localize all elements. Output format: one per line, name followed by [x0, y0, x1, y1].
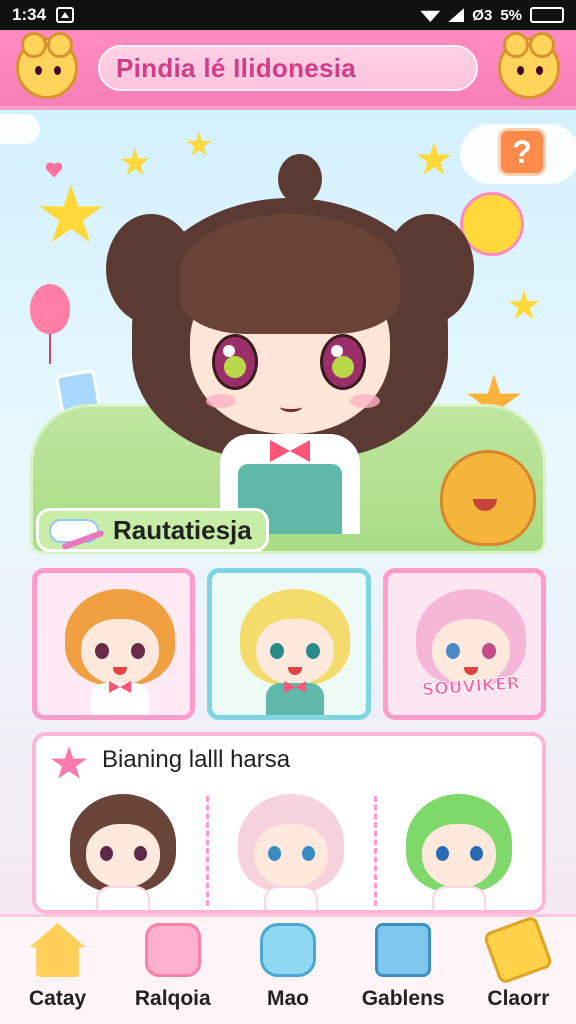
- hero-label[interactable]: Rautatiesja: [36, 508, 269, 552]
- character-mouth: [280, 402, 302, 412]
- character-ahoge: [278, 154, 322, 204]
- nav-label: Ralqoia: [134, 987, 211, 1010]
- nav-item-mao[interactable]: Mao: [236, 923, 340, 1011]
- dashed-divider: [205, 796, 209, 906]
- character-card-3[interactable]: SOUVIKER: [382, 568, 546, 720]
- panel-title: Bianing lalll harsa: [102, 746, 291, 773]
- star-icon: [508, 290, 540, 320]
- character-bangs: [180, 214, 400, 334]
- nav-item-gablens[interactable]: Gablens: [351, 923, 455, 1011]
- house-icon: [29, 923, 86, 977]
- wifi-icon: [420, 10, 441, 22]
- gallery-notification-icon: [56, 7, 75, 23]
- dashed-divider: [373, 796, 377, 906]
- beginning-panel: Bianing lalll harsa: [32, 732, 546, 914]
- balloon-icon: [30, 284, 70, 364]
- panel-item-body: [432, 886, 486, 910]
- heart-icon: [45, 162, 63, 178]
- panel-item-face: [86, 824, 160, 888]
- card-body: [266, 683, 325, 715]
- status-bar: 1:34 Ø3 5%: [0, 0, 576, 30]
- chat-icon: [259, 923, 316, 977]
- card-eye: [445, 643, 460, 659]
- hero-label-text: Rautatiesja: [113, 514, 252, 545]
- bear-avatar-right-icon[interactable]: [498, 32, 560, 99]
- list-item[interactable]: [216, 786, 366, 910]
- panel-item-eye: [134, 846, 147, 861]
- card-body: [91, 683, 149, 715]
- card-eye: [95, 643, 109, 659]
- nav-item-catay[interactable]: Catay: [6, 923, 110, 1011]
- card-eye: [131, 643, 145, 659]
- card-face: [256, 619, 335, 685]
- list-item[interactable]: [384, 786, 534, 910]
- star-icon: [39, 184, 103, 243]
- nav-label: Claorr: [487, 987, 550, 1010]
- signal-icon: [448, 8, 465, 22]
- main-character[interactable]: [106, 144, 474, 534]
- nav-item-ralqoia[interactable]: Ralqoia: [121, 923, 225, 1011]
- nav-label: Mao: [266, 987, 309, 1010]
- panel-item-eye: [470, 846, 483, 861]
- character-eye: [212, 334, 258, 390]
- character-blush: [350, 394, 380, 408]
- nav-item-claorr[interactable]: Claorr: [466, 915, 570, 1011]
- card-face: [81, 619, 159, 685]
- character-eye: [320, 334, 366, 390]
- character-card-1[interactable]: [32, 568, 196, 720]
- status-time: 1:34: [12, 5, 47, 24]
- nav-label: Catay: [28, 987, 87, 1010]
- character-blush: [206, 394, 236, 408]
- bottom-nav: Catay Ralqoia Mao Gablens Claorr: [0, 914, 576, 1024]
- box-icon: [375, 923, 432, 977]
- ticket-icon: [482, 915, 554, 985]
- panel-item-eye: [302, 846, 315, 861]
- character-cards: SOUVIKER: [32, 568, 546, 720]
- hero-banner: ? Rautatiesja: [0, 114, 576, 564]
- panel-item-eye: [268, 846, 281, 861]
- panel-item-eye: [100, 846, 113, 861]
- panel-item-face: [422, 824, 496, 888]
- cloud-decoration: [0, 114, 40, 144]
- panel-item-body: [96, 886, 150, 910]
- jar-icon: [144, 923, 201, 977]
- list-item[interactable]: [48, 786, 198, 910]
- app-header: Pindia lé Ilidonesia: [0, 30, 576, 110]
- character-card-2[interactable]: [207, 568, 371, 720]
- battery-icon: [530, 7, 564, 23]
- pink-star-icon: [50, 746, 88, 779]
- orange-mascot[interactable]: [440, 450, 536, 546]
- card-eye: [481, 643, 496, 659]
- status-extra-text: Ø3: [472, 6, 493, 24]
- bear-avatar-left-icon[interactable]: [16, 32, 78, 99]
- nav-label: Gablens: [361, 987, 445, 1010]
- panel-item-eye: [436, 846, 449, 861]
- panel-character-list: [48, 786, 534, 910]
- help-button[interactable]: ?: [498, 128, 546, 176]
- app-title: Pindia lé Ilidonesia: [98, 45, 478, 91]
- battery-percent: 5%: [500, 6, 522, 24]
- panel-item-face: [254, 824, 328, 888]
- panel-item-body: [264, 886, 318, 910]
